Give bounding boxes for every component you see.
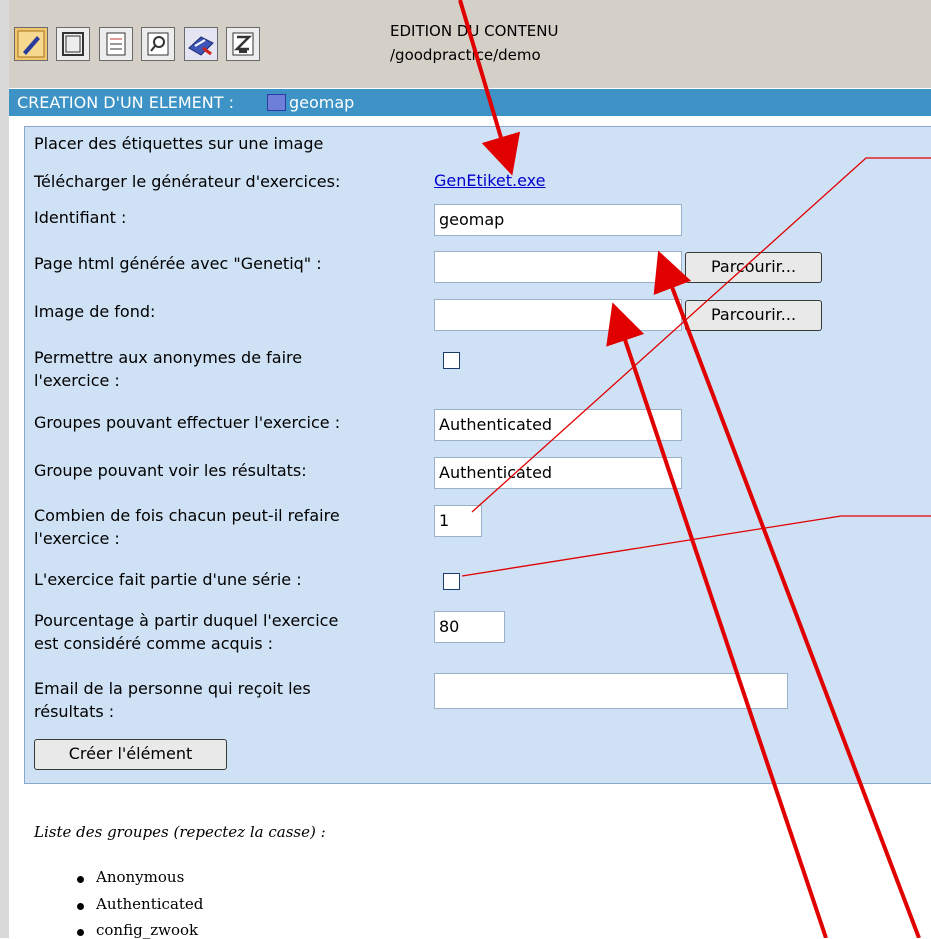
retries-input[interactable]: 1 — [434, 505, 482, 537]
background-image-file-input[interactable] — [434, 299, 682, 331]
page-path: /goodpractice/demo — [390, 46, 541, 64]
email-label-line2: résultats : — [34, 702, 115, 721]
retries-label-line2: l'exercice : — [34, 529, 120, 548]
email-label-line1: Email de la personne qui reçoit les — [34, 679, 311, 698]
background-image-label: Image de fond: — [34, 302, 156, 321]
group-item: config_zwook — [96, 921, 199, 939]
group-item: Anonymous — [96, 868, 185, 886]
html-page-file-input[interactable] — [434, 251, 682, 283]
element-name: geomap — [289, 93, 355, 112]
publish-icon[interactable] — [184, 27, 218, 61]
anonymous-label-line1: Permettre aux anonymes de faire — [34, 348, 303, 367]
page-title: EDITION DU CONTENU — [390, 22, 559, 40]
identifier-input[interactable]: geomap — [434, 204, 682, 236]
series-checkbox[interactable] — [443, 573, 460, 590]
left-frame-border — [0, 0, 9, 938]
bullet-icon — [77, 903, 84, 910]
anonymous-checkbox[interactable] — [443, 352, 460, 369]
group-results-label: Groupe pouvant voir les résultats: — [34, 461, 307, 480]
edit-icon[interactable] — [14, 27, 48, 61]
toolbar: EDITION DU CONTENU /goodpractice/demo — [9, 0, 931, 88]
download-label: Télécharger le générateur d'exercices: — [34, 172, 341, 191]
html-page-label: Page html générée avec "Genetiq" : — [34, 254, 322, 273]
percentage-label-line1: Pourcentage à partir duquel l'exercice — [34, 611, 339, 630]
identifier-label: Identifiant : — [34, 208, 127, 227]
percentage-input[interactable]: 80 — [434, 611, 505, 643]
anonymous-label-line2: l'exercice : — [34, 371, 120, 390]
list-icon[interactable] — [99, 27, 133, 61]
bullet-icon — [77, 876, 84, 883]
form-heading: Placer des étiquettes sur une image — [34, 134, 324, 153]
browse-button-image[interactable]: Parcourir... — [685, 300, 822, 331]
groups-title: Liste des groupes (repectez la casse) : — [34, 823, 326, 841]
groups-do-input[interactable]: Authenticated — [434, 409, 682, 441]
create-element-button[interactable]: Créer l'élément — [34, 739, 227, 770]
zip-icon[interactable] — [226, 27, 260, 61]
group-item: Authenticated — [96, 895, 204, 913]
bullet-icon — [77, 929, 84, 936]
groups-do-label: Groupes pouvant effectuer l'exercice : — [34, 413, 341, 432]
browse-button-html[interactable]: Parcourir... — [685, 252, 822, 283]
search-page-icon[interactable] — [141, 27, 175, 61]
percentage-label-line2: est considéré comme acquis : — [34, 634, 274, 653]
frame-icon[interactable] — [56, 27, 90, 61]
email-input[interactable] — [434, 673, 788, 709]
retries-label-line1: Combien de fois chacun peut-il refaire — [34, 506, 340, 525]
section-titlebar: CREATION D'UN ELEMENT : geomap — [9, 89, 931, 116]
download-link[interactable]: GenEtiket.exe — [434, 171, 546, 190]
titlebar-label: CREATION D'UN ELEMENT : — [17, 93, 234, 112]
series-label: L'exercice fait partie d'une série : — [34, 570, 302, 589]
element-form: Placer des étiquettes sur une image Télé… — [24, 126, 931, 784]
geomap-icon — [267, 94, 286, 111]
group-results-input[interactable]: Authenticated — [434, 457, 682, 489]
